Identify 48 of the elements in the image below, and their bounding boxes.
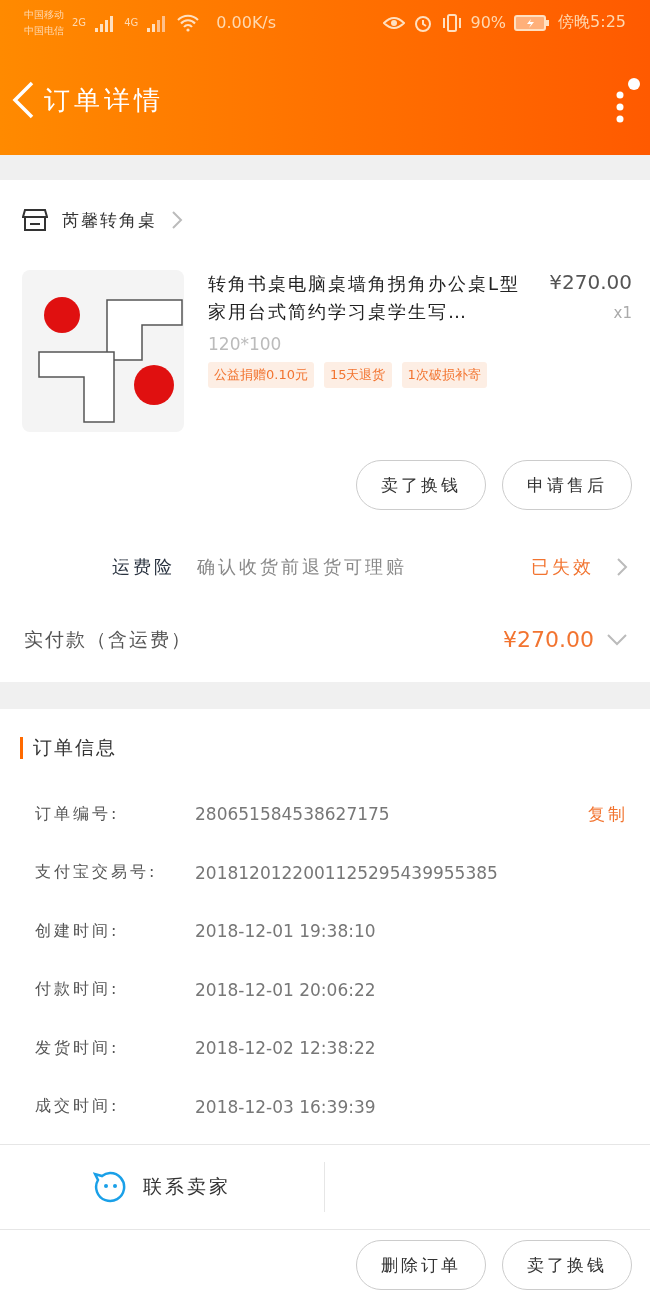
insurance-description: 确认收货前退货可理赔 <box>197 555 408 579</box>
carrier-name: 中国移动 <box>24 7 64 22</box>
service-tag: 公益捐赠0.10元 <box>208 362 314 388</box>
eye-icon <box>382 14 405 31</box>
shop-icon <box>22 208 48 232</box>
info-value: 280651584538627175 <box>195 804 391 825</box>
product-spec: 120*100 <box>208 334 283 354</box>
product-title[interactable]: 转角书桌电脑桌墙角拐角办公桌L型家用台式简约学习桌学生写… <box>208 270 540 326</box>
wifi-icon <box>176 13 201 32</box>
back-icon[interactable] <box>10 80 36 120</box>
clock-time: 傍晚5:25 <box>558 12 626 33</box>
info-label: 发货时间: <box>35 1037 121 1059</box>
chevron-icon <box>616 557 628 577</box>
info-value: 2018-12-01 20:06:22 <box>195 979 377 1000</box>
action-button[interactable]: 申请售后 <box>502 460 632 510</box>
info-label: 成交时间: <box>35 1096 121 1118</box>
battery-icon <box>514 13 551 32</box>
chat-face-icon <box>93 1170 127 1204</box>
network-type: 2G <box>72 17 87 28</box>
info-value: 2018120122001125295439955385 <box>195 862 499 883</box>
action-button[interactable]: 卖了换钱 <box>356 460 486 510</box>
service-tag: 1次破损补寄 <box>401 362 487 388</box>
expand-icon[interactable] <box>606 632 628 647</box>
total-label: 实付款（含运费） <box>24 626 193 652</box>
info-label: 创建时间: <box>35 920 121 942</box>
battery-percent: 90% <box>470 13 507 32</box>
chevron-icon <box>171 210 183 230</box>
action-button[interactable]: 卖了换钱 <box>502 1240 632 1290</box>
network-speed: 0.00K/s <box>216 13 277 32</box>
vibrate-icon <box>440 12 463 33</box>
insurance-label: 运费险 <box>112 555 175 579</box>
product-quantity: x1 <box>613 304 632 322</box>
info-value: 2018-12-01 19:38:10 <box>195 921 377 942</box>
carrier-name: 中国电信 <box>24 23 64 38</box>
section-title: 订单信息 <box>33 735 117 760</box>
info-value: 2018-12-03 16:39:39 <box>195 1096 377 1117</box>
info-value: 2018-12-02 12:38:22 <box>195 1038 377 1059</box>
info-label: 付款时间: <box>35 979 121 1001</box>
total-amount: ¥270.00 <box>503 627 594 652</box>
product-price: ¥270.00 <box>549 270 632 294</box>
page-title: 订单详情 <box>44 83 164 117</box>
service-tag: 15天退货 <box>323 362 392 388</box>
more-icon[interactable] <box>614 77 640 123</box>
info-label: 订单编号: <box>35 803 121 825</box>
info-label: 支付宝交易号: <box>35 862 159 884</box>
action-button[interactable]: 删除订单 <box>356 1240 486 1290</box>
shop-name[interactable]: 芮馨转角桌 <box>62 208 157 232</box>
network-type: 4G <box>124 17 139 28</box>
